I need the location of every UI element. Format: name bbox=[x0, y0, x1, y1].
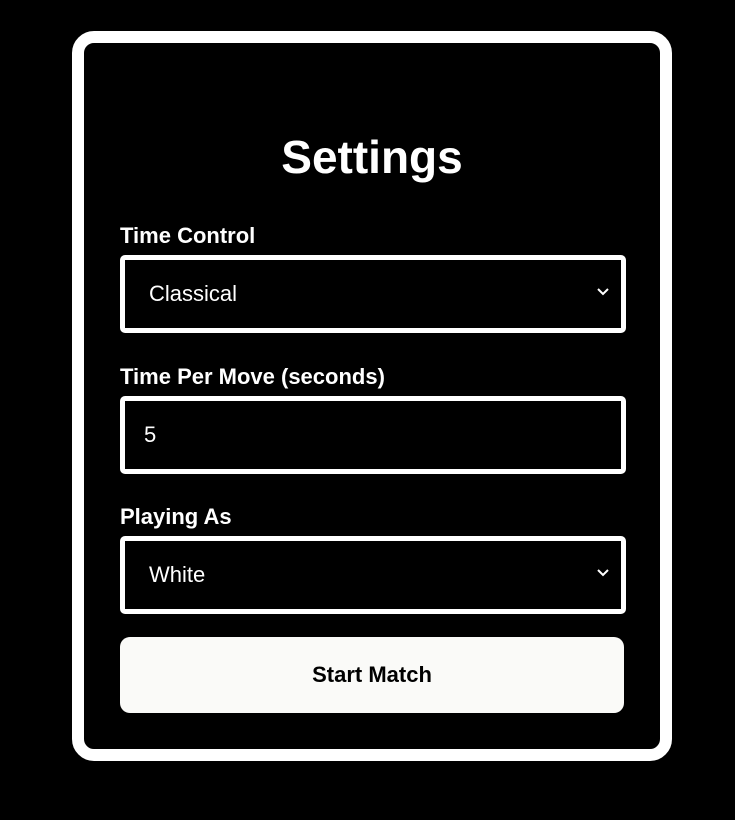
playing-as-value: White bbox=[149, 562, 206, 587]
time-per-move-value: 5 bbox=[144, 422, 157, 447]
time-per-move-label: Time Per Move (seconds) bbox=[120, 364, 385, 389]
page-title: Settings bbox=[281, 131, 463, 183]
playing-as-select[interactable]: White bbox=[120, 536, 626, 614]
time-control-label: Time Control bbox=[120, 223, 256, 248]
time-per-move-input[interactable]: 5 bbox=[120, 396, 626, 474]
start-match-button[interactable]: Start Match bbox=[120, 637, 624, 713]
playing-as-label: Playing As bbox=[120, 504, 232, 529]
time-control-select[interactable]: Classical bbox=[120, 255, 626, 333]
chevron-down-icon bbox=[597, 288, 609, 296]
time-control-value: Classical bbox=[149, 281, 238, 306]
chevron-down-icon bbox=[597, 569, 609, 577]
settings-panel: Settings Time Control Classical Time Per… bbox=[72, 31, 672, 761]
